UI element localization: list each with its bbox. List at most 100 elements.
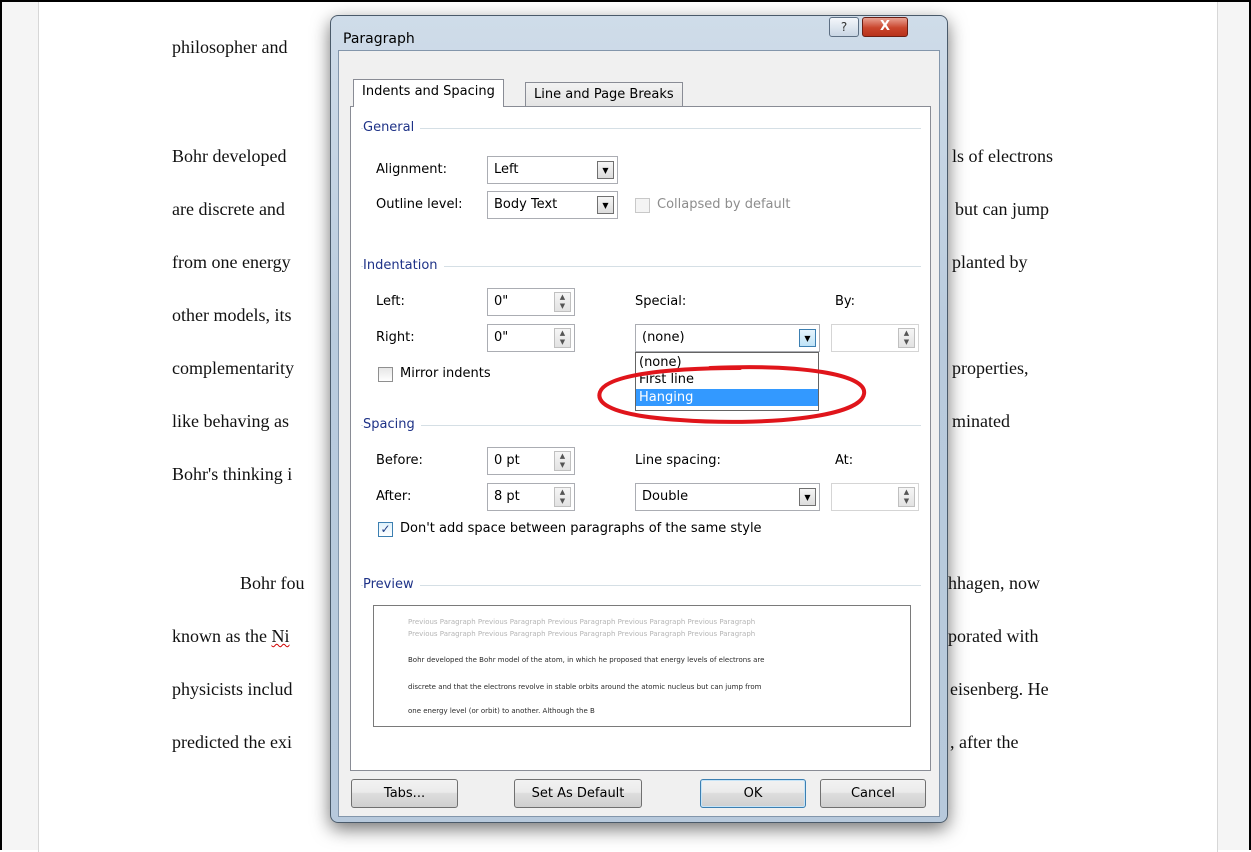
- doc-line-right: porated with: [948, 626, 1039, 646]
- preview-previous-line: Previous Paragraph Previous Paragraph Pr…: [408, 618, 756, 626]
- doc-line-right: , after the: [950, 732, 1019, 752]
- doc-line: Bohr's thinking i: [172, 464, 293, 484]
- after-field[interactable]: 8 pt ▲ ▼: [487, 483, 575, 511]
- left-indent-field[interactable]: 0" ▲ ▼: [487, 288, 575, 316]
- doc-text: known as the: [172, 626, 267, 646]
- dont-add-space-label: Don't add space between paragraphs of th…: [400, 521, 762, 536]
- doc-line: like behaving as: [172, 411, 289, 431]
- after-value: 8 pt: [494, 489, 520, 504]
- general-heading: General: [363, 120, 421, 135]
- tabs-button-label: Tabs...: [383, 786, 426, 801]
- spin-buttons-icon[interactable]: ▲ ▼: [554, 292, 571, 312]
- left-indent-value: 0": [494, 294, 509, 309]
- collapsed-label: Collapsed by default: [657, 197, 791, 212]
- chevron-down-icon[interactable]: ▼: [597, 196, 614, 214]
- dialog-title: Paragraph: [343, 31, 415, 47]
- cancel-button[interactable]: Cancel: [820, 779, 926, 808]
- divider: [361, 266, 921, 267]
- tab-indents-and-spacing[interactable]: Indents and Spacing: [353, 79, 504, 107]
- doc-line-right: ls of electrons: [952, 146, 1053, 166]
- doc-line-right: planted by: [952, 252, 1028, 272]
- spin-buttons-icon[interactable]: ▲ ▼: [898, 487, 915, 507]
- doc-line: physicists includ: [172, 679, 293, 699]
- ok-label: OK: [743, 786, 763, 801]
- alignment-select[interactable]: Left ▼: [487, 156, 618, 184]
- right-indent-field[interactable]: 0" ▲ ▼: [487, 324, 575, 352]
- spelling-error-word[interactable]: Ni: [271, 626, 289, 646]
- tabs-button[interactable]: Tabs...: [351, 779, 458, 808]
- left-indent-label: Left:: [376, 294, 405, 309]
- dont-add-space-checkbox[interactable]: ✓: [378, 522, 393, 537]
- indentation-heading: Indentation: [363, 258, 444, 273]
- outline-level-label: Outline level:: [376, 197, 463, 212]
- dialog-client: Indents and Spacing Line and Page Breaks…: [338, 50, 940, 817]
- preview-heading: Preview: [363, 577, 420, 592]
- tab-label: Line and Page Breaks: [534, 87, 674, 102]
- special-select[interactable]: (none) ▼: [635, 324, 820, 352]
- divider: [361, 128, 921, 129]
- doc-line-right: eisenberg. He: [950, 679, 1049, 699]
- spin-buttons-icon[interactable]: ▲ ▼: [898, 328, 915, 348]
- doc-line: other models, its: [172, 305, 292, 325]
- line-spacing-select[interactable]: Double ▼: [635, 483, 820, 511]
- by-label: By:: [835, 294, 856, 309]
- tab-label: Indents and Spacing: [362, 84, 495, 99]
- set-as-default-button[interactable]: Set As Default: [514, 779, 642, 808]
- at-label: At:: [835, 453, 854, 468]
- collapsed-checkbox[interactable]: [635, 198, 650, 213]
- spin-buttons-icon[interactable]: ▲ ▼: [554, 487, 571, 507]
- before-value: 0 pt: [494, 453, 520, 468]
- chevron-down-icon[interactable]: ▼: [799, 488, 816, 506]
- right-indent-value: 0": [494, 330, 509, 345]
- at-field[interactable]: ▲ ▼: [831, 483, 919, 511]
- alignment-value: Left: [494, 162, 519, 177]
- dialog-titlebar[interactable]: Paragraph ? X: [331, 16, 947, 50]
- special-label: Special:: [635, 294, 687, 309]
- doc-line: from one energy: [172, 252, 291, 272]
- doc-line: known as the Ni: [172, 626, 289, 647]
- line-spacing-value: Double: [642, 489, 689, 504]
- doc-line: Bohr fou: [240, 573, 305, 593]
- right-indent-label: Right:: [376, 330, 415, 345]
- doc-line-right: properties,: [952, 358, 1029, 378]
- outline-level-value: Body Text: [494, 197, 558, 212]
- doc-line: are discrete and: [172, 199, 285, 219]
- preview-current-line: Bohr developed the Bohr model of the ato…: [408, 656, 765, 664]
- divider: [361, 585, 921, 586]
- preview-current-line: one energy level (or orbit) to another. …: [408, 707, 595, 715]
- doc-line-right: hhagen, now: [948, 573, 1040, 593]
- ok-button[interactable]: OK: [700, 779, 806, 808]
- mirror-indents-label: Mirror indents: [400, 366, 491, 381]
- spacing-heading: Spacing: [363, 417, 421, 432]
- help-button[interactable]: ?: [829, 17, 859, 37]
- tab-line-and-page-breaks[interactable]: Line and Page Breaks: [525, 82, 683, 107]
- preview-box: Previous Paragraph Previous Paragraph Pr…: [373, 605, 911, 727]
- close-icon: X: [879, 19, 891, 34]
- doc-line: predicted the exi: [172, 732, 292, 752]
- after-label: After:: [376, 489, 412, 504]
- close-button[interactable]: X: [862, 17, 908, 37]
- doc-line-right: minated: [952, 411, 1010, 431]
- special-value: (none): [642, 330, 685, 345]
- chevron-down-icon[interactable]: ▼: [799, 329, 816, 347]
- outline-level-select[interactable]: Body Text ▼: [487, 191, 618, 219]
- cancel-label: Cancel: [850, 786, 896, 801]
- preview-previous-line: Previous Paragraph Previous Paragraph Pr…: [408, 630, 756, 638]
- line-spacing-label: Line spacing:: [635, 453, 721, 468]
- doc-line: Bohr developed: [172, 146, 287, 166]
- tab-panel: General Alignment: Left ▼ Outline level:…: [350, 106, 931, 771]
- doc-line: complementarity: [172, 358, 294, 378]
- chevron-down-icon[interactable]: ▼: [597, 161, 614, 179]
- spin-buttons-icon[interactable]: ▲ ▼: [554, 328, 571, 348]
- before-label: Before:: [376, 453, 423, 468]
- by-field[interactable]: ▲ ▼: [831, 324, 919, 352]
- alignment-label: Alignment:: [376, 162, 447, 177]
- annotation-ellipse: [597, 365, 867, 424]
- doc-line: philosopher and: [172, 37, 288, 57]
- before-field[interactable]: 0 pt ▲ ▼: [487, 447, 575, 475]
- preview-current-line: discrete and that the electrons revolve …: [408, 683, 762, 691]
- help-icon: ?: [840, 20, 848, 34]
- mirror-indents-checkbox[interactable]: [378, 367, 393, 382]
- spin-buttons-icon[interactable]: ▲ ▼: [554, 451, 571, 471]
- doc-line-right: but can jump: [955, 199, 1049, 219]
